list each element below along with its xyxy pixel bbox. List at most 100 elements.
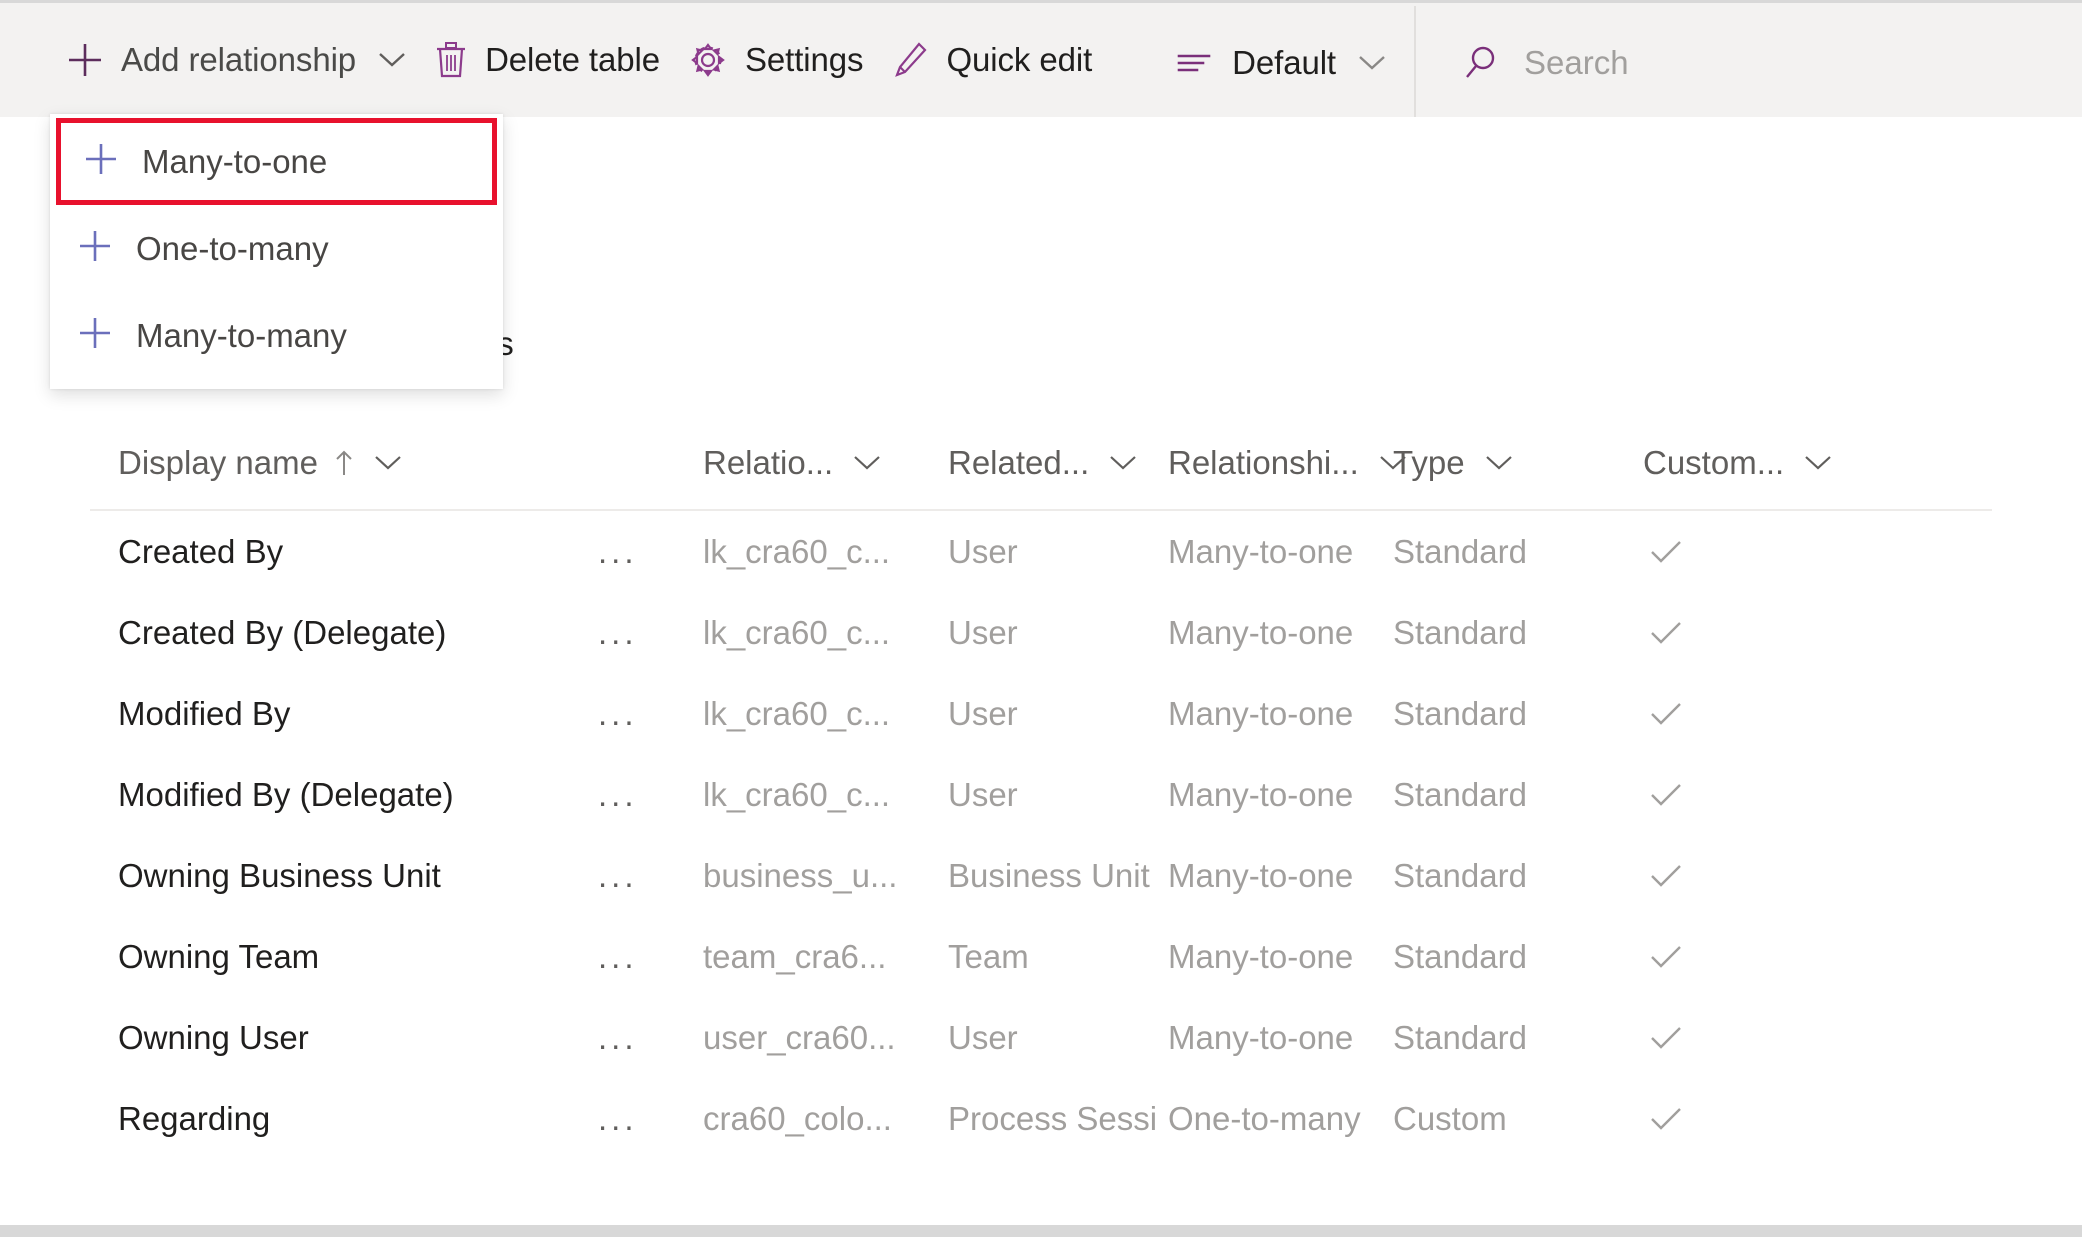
column-header-type[interactable]: Type <box>1393 444 1643 482</box>
menu-item-one-to-many[interactable]: One-to-many <box>50 205 503 292</box>
column-header-related-table-label: Related... <box>948 444 1090 481</box>
window-bottom-edge <box>0 1225 2082 1237</box>
chevron-down-icon[interactable] <box>1109 454 1137 472</box>
cell-type: Custom <box>1393 1099 1507 1137</box>
checkmark-icon <box>1643 1106 1683 1132</box>
menu-item-many-to-many[interactable]: Many-to-many <box>50 292 503 379</box>
add-relationship-label: Add relationship <box>121 41 357 78</box>
cell-customizable <box>1643 782 1833 808</box>
plus-icon <box>66 41 104 79</box>
chevron-down-icon[interactable] <box>853 454 881 472</box>
column-header-type-label: Type <box>1393 444 1465 481</box>
cell-related-table: Business Unit <box>948 856 1150 894</box>
column-header-display-name[interactable]: Display name <box>118 444 598 482</box>
chevron-down-icon[interactable] <box>1804 454 1832 472</box>
column-header-display-name-label: Display name <box>118 444 318 481</box>
table-row[interactable]: Owning Business Unit... business_u... Busi… <box>0 835 2082 916</box>
row-more-actions-button[interactable]: ... <box>598 1100 703 1138</box>
column-header-customizable-label: Custom... <box>1643 444 1785 481</box>
cell-relationship-type: Many-to-one <box>1168 856 1354 894</box>
cell-display-name[interactable]: Modified By <box>118 695 598 733</box>
settings-label: Settings <box>744 41 864 78</box>
cell-related-table: User <box>948 532 1018 570</box>
cell-display-name[interactable]: Owning Team <box>118 938 598 976</box>
menu-item-one-to-many-label: One-to-many <box>136 229 329 267</box>
column-header-relationship-type[interactable]: Relationshi... <box>1168 444 1406 482</box>
checkmark-icon <box>1643 1025 1683 1051</box>
row-more-actions-button[interactable]: ... <box>598 938 703 976</box>
cell-display-name[interactable]: Owning User <box>118 1019 598 1057</box>
table-row[interactable]: Modified By... lk_cra60_c... User Many-to-o… <box>0 673 2082 754</box>
row-more-actions-button[interactable]: ... <box>598 614 703 652</box>
chevron-down-icon[interactable] <box>374 454 402 472</box>
cell-relationship-name: user_cra60... <box>703 1018 896 1056</box>
cell-relationship-name: team_cra6... <box>703 937 887 975</box>
toolbar-divider <box>1414 6 1416 120</box>
table-row[interactable]: Created By (Delegate)... lk_cra60_c... Use… <box>0 592 2082 673</box>
table-row[interactable]: Owning User... user_cra60... User Many-to-o… <box>0 997 2082 1078</box>
cell-relationship-name: lk_cra60_c... <box>703 532 891 570</box>
cell-customizable <box>1643 701 1833 727</box>
column-header-related-table[interactable]: Related... <box>948 444 1168 482</box>
cell-relationship-type: Many-to-one <box>1168 775 1354 813</box>
plus-icon <box>76 314 114 357</box>
cell-type: Standard <box>1393 1018 1527 1056</box>
gear-icon <box>688 40 728 80</box>
view-selector-button[interactable]: Default <box>1161 27 1400 99</box>
menu-item-many-to-many-label: Many-to-many <box>136 316 347 354</box>
cell-related-table: User <box>948 694 1018 732</box>
table-row[interactable]: Created By... lk_cra60_c... User Many-to-on… <box>0 511 2082 592</box>
chevron-down-icon <box>378 51 406 69</box>
cell-relationship-type: Many-to-one <box>1168 937 1354 975</box>
add-relationship-menu: Many-to-one One-to-many Many-to-many <box>50 114 503 389</box>
chevron-down-icon <box>1358 54 1386 72</box>
checkmark-icon <box>1643 944 1683 970</box>
row-more-actions-button[interactable]: ... <box>598 1019 703 1057</box>
cell-relationship-type: One-to-many <box>1168 1099 1361 1137</box>
cell-customizable <box>1643 944 1833 970</box>
cell-customizable <box>1643 1025 1833 1051</box>
menu-item-many-to-one-label: Many-to-one <box>142 142 328 180</box>
column-header-relationship-name[interactable]: Relatio... <box>703 444 948 482</box>
add-relationship-button[interactable]: Add relationship <box>52 24 420 96</box>
cell-display-name[interactable]: Created By (Delegate) <box>118 614 598 652</box>
cell-type: Standard <box>1393 775 1527 813</box>
cell-relationship-type: Many-to-one <box>1168 1018 1354 1056</box>
search-input[interactable]: Search <box>1422 6 2082 120</box>
cell-type: Standard <box>1393 937 1527 975</box>
row-more-actions-button[interactable]: ... <box>598 695 703 733</box>
delete-table-label: Delete table <box>485 41 660 78</box>
cell-display-name[interactable]: Regarding <box>118 1100 598 1138</box>
column-header-relationship-type-label: Relationshi... <box>1168 444 1359 481</box>
cell-relationship-name: business_u... <box>703 856 898 894</box>
table-row[interactable]: Owning Team... team_cra6... Team Many-to-on… <box>0 916 2082 997</box>
column-header-relationship-name-label: Relatio... <box>703 444 834 481</box>
checkmark-icon <box>1643 539 1683 565</box>
chevron-down-icon[interactable] <box>1485 454 1513 472</box>
search-icon <box>1462 44 1500 82</box>
view-list-icon <box>1175 48 1215 78</box>
cell-relationship-type: Many-to-one <box>1168 613 1354 651</box>
row-more-actions-button[interactable]: ... <box>598 857 703 895</box>
row-more-actions-button[interactable]: ... <box>598 776 703 814</box>
cell-display-name[interactable]: Modified By (Delegate) <box>118 776 598 814</box>
menu-item-many-to-one[interactable]: Many-to-one <box>56 118 497 205</box>
pencil-icon <box>891 40 929 80</box>
cell-relationship-type: Many-to-one <box>1168 694 1354 732</box>
cell-display-name[interactable]: Created By <box>118 533 598 571</box>
table-row[interactable]: Modified By (Delegate)... lk_cra60_c... Us… <box>0 754 2082 835</box>
column-header-customizable[interactable]: Custom... <box>1643 444 1833 482</box>
arrow-up-icon <box>334 448 354 478</box>
delete-table-button[interactable]: Delete table <box>420 24 674 96</box>
table-row[interactable]: Regarding... cra60_colo... Process Sessi On… <box>0 1078 2082 1159</box>
cell-relationship-name: cra60_colo... <box>703 1099 892 1137</box>
settings-button[interactable]: Settings <box>674 24 877 96</box>
checkmark-icon <box>1643 863 1683 889</box>
cell-related-table: User <box>948 1018 1018 1056</box>
cell-display-name[interactable]: Owning Business Unit <box>118 857 598 895</box>
cell-type: Standard <box>1393 532 1527 570</box>
cell-type: Standard <box>1393 613 1527 651</box>
quick-edit-button[interactable]: Quick edit <box>877 24 1106 96</box>
relationships-grid: Display name Relatio... Related... Relat… <box>0 417 2082 1159</box>
row-more-actions-button[interactable]: ... <box>598 533 703 571</box>
